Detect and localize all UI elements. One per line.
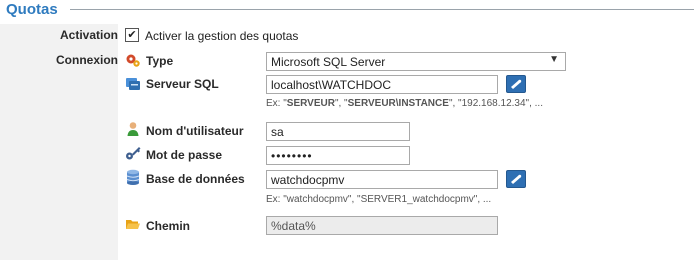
database-label: Base de données <box>146 172 245 186</box>
database-icon <box>126 169 140 185</box>
gears-icon <box>126 54 140 67</box>
section-title: Quotas <box>6 1 62 18</box>
folder-icon <box>126 220 140 229</box>
chevron-down-icon: ▼ <box>549 54 559 65</box>
user-icon <box>127 122 139 136</box>
database-browse-button[interactable] <box>506 170 526 188</box>
type-select[interactable]: Microsoft SQL Server ▼ <box>266 52 566 71</box>
path-input <box>266 216 498 235</box>
row-label-activation: Activation <box>59 28 118 42</box>
database-input[interactable] <box>266 170 498 189</box>
password-input[interactable] <box>266 146 410 165</box>
key-icon <box>126 147 141 160</box>
activation-checkbox[interactable]: ✔ <box>125 28 139 42</box>
username-label: Nom d'utilisateur <box>146 124 244 138</box>
section-header: Quotas <box>0 0 700 20</box>
row-label-connexion: Connexion <box>56 53 118 67</box>
server-browse-icon <box>511 79 522 89</box>
server-browse-button[interactable] <box>506 75 526 93</box>
username-input[interactable] <box>266 122 410 141</box>
server-label: Serveur SQL <box>146 77 219 91</box>
type-select-value: Microsoft SQL Server <box>271 55 386 69</box>
path-label: Chemin <box>146 219 191 233</box>
database-hint: Ex: "watchdocpmv", "SERVER1_watchdocpmv"… <box>266 194 492 205</box>
activation-checkbox-label[interactable]: Activer la gestion des quotas <box>145 29 298 43</box>
password-label: Mot de passe <box>146 148 223 162</box>
server-icon <box>126 78 140 90</box>
database-browse-icon <box>511 174 522 184</box>
server-input[interactable] <box>266 75 498 94</box>
type-label: Type <box>146 54 174 68</box>
section-divider <box>70 9 694 10</box>
server-hint: Ex: "SERVEUR", "SERVEUR\INSTANCE", "192.… <box>266 98 543 109</box>
